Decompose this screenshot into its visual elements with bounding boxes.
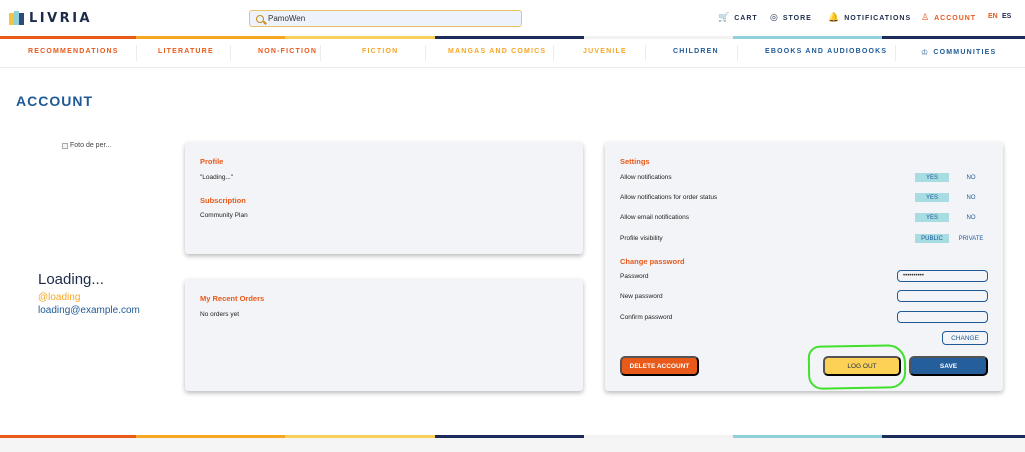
order-status-yes[interactable]: YES xyxy=(915,193,949,202)
delete-account-button[interactable]: DELETE ACCOUNT xyxy=(620,356,699,376)
password-label: Password xyxy=(620,273,649,280)
footer xyxy=(0,438,1025,452)
account-label: ACCOUNT xyxy=(934,14,977,22)
profile-title: Profile xyxy=(200,157,224,166)
recent-orders-card: My Recent Orders No orders yet xyxy=(185,279,583,391)
category-recommendations[interactable]: RECOMMENDATIONS xyxy=(28,48,119,55)
user-email: loading@example.com xyxy=(38,305,140,316)
lang-en[interactable]: EN xyxy=(988,13,998,20)
change-password-button[interactable]: CHANGE xyxy=(942,331,988,345)
brand-logo[interactable]: LIVRIA xyxy=(9,10,92,26)
avatar: Foto de per... xyxy=(62,142,111,149)
notifications-label: NOTIFICATIONS xyxy=(844,14,912,22)
category-mangas-and-comics[interactable]: MANGAS AND COMICS xyxy=(448,48,546,55)
category-nav: RECOMMENDATIONS LITERATURE NON-FICTION F… xyxy=(0,39,1025,68)
setting-label-profile-visibility: Profile visibility xyxy=(620,235,663,242)
subscription-title: Subscription xyxy=(200,196,246,205)
broken-image-icon xyxy=(62,142,68,149)
store-icon: ◎ xyxy=(770,13,779,23)
settings-title: Settings xyxy=(620,157,650,166)
setting-label-email-notifications: Allow email notifications xyxy=(620,214,690,221)
category-fiction[interactable]: FICTION xyxy=(362,48,398,55)
change-password-title: Change password xyxy=(620,257,685,266)
password-input[interactable] xyxy=(897,270,988,282)
profile-value: "Loading..." xyxy=(200,174,234,181)
confirm-password-label: Confirm password xyxy=(620,314,673,321)
recent-orders-empty: No orders yet xyxy=(200,311,240,318)
bell-icon: 🔔 xyxy=(828,13,841,23)
category-communities-label: COMMUNITIES xyxy=(933,49,997,56)
account-link[interactable]: ♙ ACCOUNT xyxy=(921,13,976,23)
order-status-no[interactable]: NO xyxy=(957,193,985,202)
books-icon xyxy=(9,11,25,25)
store-link[interactable]: ◎ STORE xyxy=(770,13,812,23)
logout-button[interactable]: LOG OUT xyxy=(823,356,901,376)
search-box[interactable] xyxy=(249,10,522,27)
confirm-password-input[interactable] xyxy=(897,311,988,323)
profile-card: Profile "Loading..." Subscription Commun… xyxy=(185,142,583,254)
setting-label-order-status: Allow notifications for order status xyxy=(620,194,718,201)
allow-notifications-no[interactable]: NO xyxy=(957,173,985,182)
brand-name: LIVRIA xyxy=(29,10,93,26)
search-input[interactable] xyxy=(268,14,508,23)
crown-icon: ♔ xyxy=(921,48,930,57)
cart-icon: 🛒 xyxy=(718,13,731,23)
user-icon: ♙ xyxy=(921,13,931,23)
subscription-value: Community Plan xyxy=(200,212,248,219)
recent-orders-title: My Recent Orders xyxy=(200,294,265,303)
cart-link[interactable]: 🛒 CART xyxy=(718,13,758,23)
lang-es[interactable]: ES xyxy=(1002,13,1011,20)
category-children[interactable]: CHILDREN xyxy=(673,48,719,55)
email-notifications-yes[interactable]: YES xyxy=(915,213,949,222)
email-notifications-no[interactable]: NO xyxy=(957,213,985,222)
user-handle: @loading xyxy=(38,292,81,303)
profile-visibility-public[interactable]: PUBLIC xyxy=(915,234,949,243)
search-icon xyxy=(256,14,264,23)
allow-notifications-yes[interactable]: YES xyxy=(915,173,949,182)
settings-card: Settings Allow notifications YES NO Allo… xyxy=(605,142,1003,391)
cart-label: CART xyxy=(734,14,758,22)
new-password-label: New password xyxy=(620,293,663,300)
category-ebooks-and-audiobooks[interactable]: EBOOKS AND AUDIOBOOKS xyxy=(765,48,887,55)
setting-label-allow-notifications: Allow notifications xyxy=(620,174,672,181)
new-password-input[interactable] xyxy=(897,290,988,302)
header: LIVRIA 🛒 CART ◎ STORE 🔔 NOTIFICATIONS ♙ … xyxy=(0,0,1025,36)
category-literature[interactable]: LITERATURE xyxy=(158,48,214,55)
category-communities[interactable]: ♔ COMMUNITIES xyxy=(921,48,996,57)
user-name: Loading... xyxy=(38,271,104,288)
category-juvenile[interactable]: JUVENILE xyxy=(583,48,627,55)
profile-visibility-private[interactable]: PRIVATE xyxy=(955,234,987,243)
save-button[interactable]: SAVE xyxy=(909,356,988,376)
notifications-link[interactable]: 🔔 NOTIFICATIONS xyxy=(828,13,911,23)
category-non-fiction[interactable]: NON-FICTION xyxy=(258,48,317,55)
page-title: ACCOUNT xyxy=(16,93,93,109)
avatar-alt-text: Foto de per... xyxy=(70,142,112,149)
store-label: STORE xyxy=(782,14,812,22)
